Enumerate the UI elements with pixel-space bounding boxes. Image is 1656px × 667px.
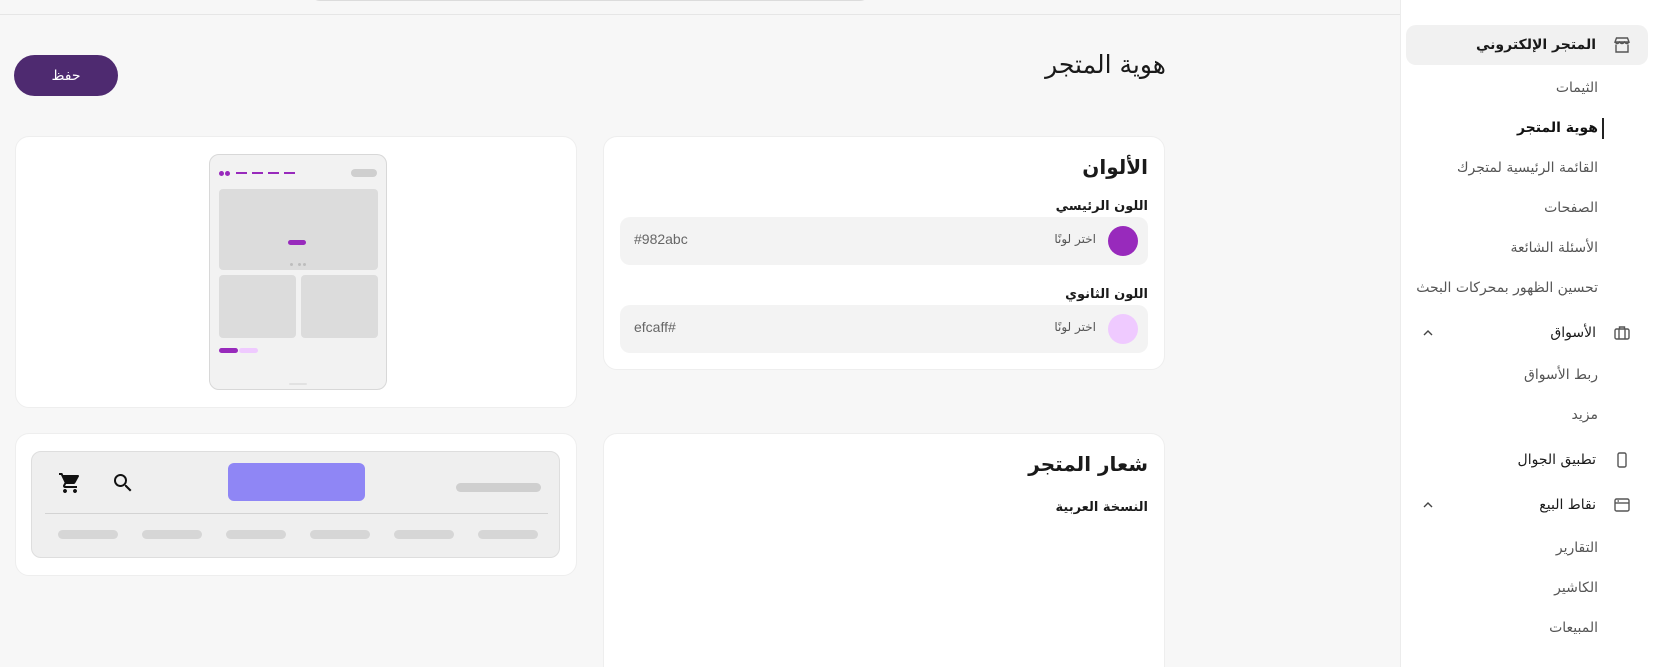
header-preview-nav-placeholder — [226, 530, 286, 539]
sidebar-item-seo[interactable]: تحسين الظهور بمحركات البحث — [1416, 273, 1598, 303]
header-preview-button — [228, 463, 365, 501]
mock-nav-line — [284, 172, 295, 174]
sidebar-item-reports[interactable]: التقارير — [1556, 533, 1598, 563]
sidebar-item-label: المتجر الإلكتروني — [1476, 37, 1596, 53]
sidebar-item-link-markets[interactable]: ربط الأسواق — [1524, 360, 1598, 390]
sidebar-item-identity[interactable]: هوية المتجر — [1517, 113, 1605, 143]
header-preview-logo-placeholder — [456, 483, 541, 492]
sidebar-item-markets[interactable]: الأسواق — [1406, 313, 1648, 353]
sidebar-item-mazeed[interactable]: مزيد — [1572, 400, 1598, 430]
secondary-color-swatch[interactable] — [1108, 314, 1138, 344]
sidebar-item-pages[interactable]: الصفحات — [1544, 193, 1598, 223]
primary-color-swatch[interactable] — [1108, 226, 1138, 256]
mock-nav-line — [252, 172, 263, 174]
sidebar: المتجر الإلكتروني الثيمات هوية المتجر ال… — [1400, 0, 1656, 667]
search-icon — [111, 471, 135, 495]
sidebar-item-mobile-app[interactable]: تطبيق الجوال — [1406, 440, 1648, 480]
header-preview-nav-placeholder — [310, 530, 370, 539]
header-preview-card — [15, 433, 577, 576]
sidebar-item-themes[interactable]: الثيمات — [1556, 73, 1598, 103]
logo-upload-area[interactable] — [620, 524, 1148, 664]
storefront-icon — [1612, 35, 1632, 55]
header-preview-nav-placeholder — [394, 530, 454, 539]
primary-color-picker[interactable]: اختر لونًا #982abc — [620, 217, 1148, 265]
chevron-up-icon — [1420, 325, 1436, 341]
primary-color-label: اللون الرئيسي — [1055, 199, 1148, 214]
page-title: هوية المتجر — [1045, 50, 1166, 79]
sidebar-item-pos[interactable]: نقاط البيع — [1406, 485, 1648, 525]
top-divider — [0, 14, 1400, 15]
mock-footer-line — [289, 383, 307, 385]
mock-dot — [219, 171, 224, 176]
mock-nav-line — [236, 172, 247, 174]
theme-preview-card — [15, 136, 577, 408]
store-logo-card: شعار المتجر النسخة العربية — [603, 433, 1165, 667]
top-search-bar[interactable] — [310, 0, 870, 1]
mock-hero-button — [288, 240, 306, 245]
sidebar-item-label: نقاط البيع — [1539, 497, 1596, 513]
header-preview-nav-placeholder — [478, 530, 538, 539]
header-preview-divider — [45, 513, 548, 514]
chevron-up-icon — [1420, 497, 1436, 513]
sidebar-item-label: تطبيق الجوال — [1517, 452, 1596, 468]
mobile-icon — [1612, 450, 1632, 470]
sidebar-item-cashier[interactable]: الكاشير — [1554, 573, 1598, 603]
secondary-hex-value[interactable]: efcaff# — [634, 319, 676, 335]
mock-primary-chip — [219, 348, 238, 353]
mock-dot — [298, 263, 301, 266]
sidebar-item-store[interactable]: المتجر الإلكتروني — [1406, 25, 1648, 65]
colors-card-title: الألوان — [1082, 155, 1148, 179]
secondary-pick-label: اختر لونًا — [1054, 320, 1096, 334]
mock-secondary-chip — [239, 348, 258, 353]
header-preview-nav-placeholder — [142, 530, 202, 539]
mock-dot — [290, 263, 293, 266]
sidebar-item-faq[interactable]: الأسئلة الشائعة — [1511, 233, 1599, 263]
header-preview-nav-placeholder — [58, 530, 118, 539]
header-preview — [31, 451, 560, 558]
arabic-version-label: النسخة العربية — [1055, 500, 1149, 515]
mock-hero — [219, 189, 378, 270]
sidebar-item-sales[interactable]: المبيعات — [1549, 613, 1598, 643]
colors-card: الألوان اللون الرئيسي اختر لونًا #982abc… — [603, 136, 1165, 370]
mock-dot — [225, 171, 230, 176]
briefcase-icon — [1612, 323, 1632, 343]
pos-terminal-icon — [1612, 495, 1632, 515]
logo-card-title: شعار المتجر — [1028, 452, 1148, 476]
primary-pick-label: اختر لونًا — [1054, 232, 1096, 246]
mock-nav-line — [268, 172, 279, 174]
cart-icon — [58, 471, 82, 495]
mock-tile — [301, 275, 378, 338]
secondary-color-picker[interactable]: اختر لونًا efcaff# — [620, 305, 1148, 353]
save-button[interactable]: حفظ — [14, 55, 118, 96]
mock-dot — [303, 263, 306, 266]
theme-preview-mockup — [209, 154, 387, 390]
sidebar-item-label: الأسواق — [1550, 325, 1596, 341]
secondary-color-label: اللون الثانوي — [1065, 287, 1148, 302]
sidebar-item-main-menu[interactable]: القائمة الرئيسية لمتجرك — [1457, 153, 1598, 183]
primary-hex-value[interactable]: #982abc — [634, 231, 688, 247]
mock-header-pill — [351, 169, 377, 177]
mock-tile — [219, 275, 296, 338]
